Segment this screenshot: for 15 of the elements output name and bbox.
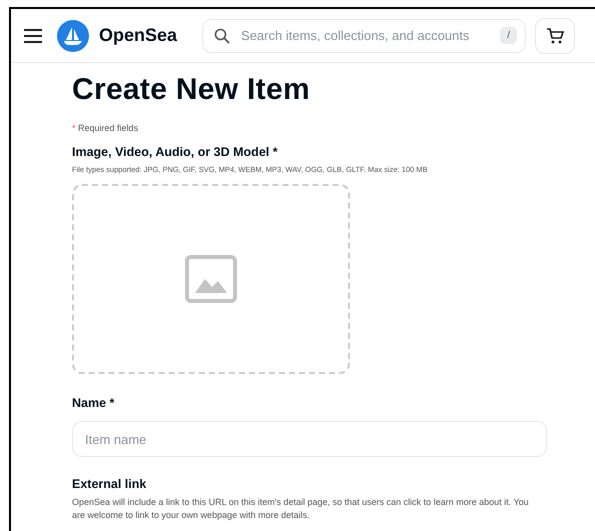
name-field[interactable]: Item name bbox=[72, 421, 547, 457]
required-mark: * bbox=[72, 123, 76, 133]
field-description: OpenSea will include a link to this URL on this item's detail page, so that users can click to learn more about it. You are welcome to link to your own webpage with more details. bbox=[72, 496, 530, 522]
ship-logo-icon[interactable] bbox=[57, 20, 89, 52]
logo-text[interactable]: OpenSea bbox=[99, 25, 178, 46]
image-icon bbox=[185, 255, 237, 303]
menu-icon[interactable] bbox=[23, 28, 43, 44]
search-icon bbox=[214, 28, 230, 44]
page-title: Create New Item bbox=[72, 73, 311, 107]
shortcut-key: / bbox=[500, 26, 518, 44]
field-label: Image, Video, Audio, or 3D Model * bbox=[72, 145, 279, 159]
field-label: External link bbox=[72, 477, 148, 491]
required-note: Required fields bbox=[78, 123, 138, 133]
cart-icon[interactable] bbox=[535, 18, 576, 54]
field-label: Name * bbox=[72, 396, 116, 410]
